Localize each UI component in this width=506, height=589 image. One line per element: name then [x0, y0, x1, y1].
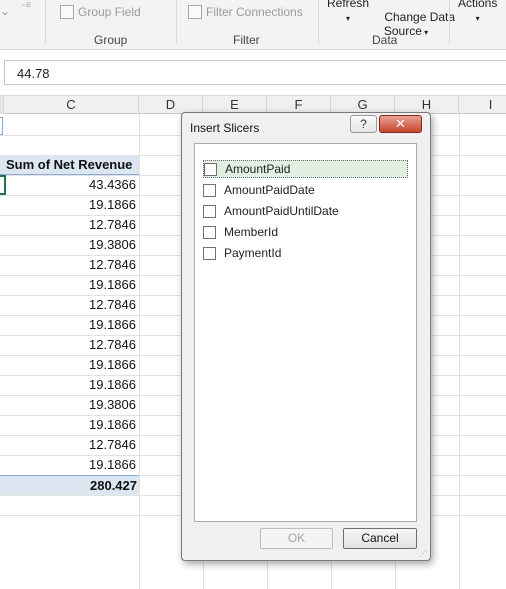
field-label: AmountPaidUntilDate — [224, 204, 339, 218]
change-data-source-dropdown-icon: ▾ — [421, 28, 429, 37]
active-cell-indicator — [0, 175, 6, 195]
ribbon-overflow-fragment: ⌄ — [0, 4, 11, 18]
field-item[interactable]: AmountPaid — [203, 160, 408, 178]
pivot-value-cell[interactable]: 19.1866 — [4, 415, 138, 435]
pivot-value-header[interactable]: Sum of Net Revenue — [0, 155, 139, 175]
actions-dropdown-icon: ▾ — [475, 14, 480, 23]
ok-button[interactable]: OK — [260, 528, 333, 549]
field-label: AmountPaidDate — [224, 183, 315, 197]
cell-fragment-top[interactable] — [0, 117, 3, 135]
pivot-value-cell[interactable]: 43.4366 — [4, 175, 138, 195]
filter-connections-button[interactable]: Filter Connections — [188, 5, 303, 19]
field-list[interactable]: AmountPaid AmountPaidDate AmountPaidUntilD… — [194, 143, 417, 522]
pivot-value-cell[interactable]: 12.7846 — [4, 255, 138, 275]
pivot-value-cell[interactable]: 12.7846 — [4, 215, 138, 235]
pivot-value-cell[interactable]: 12.7846 — [4, 335, 138, 355]
actions-label: Actions — [458, 0, 498, 10]
field-item[interactable]: AmountPaidDate — [203, 181, 408, 199]
cancel-button[interactable]: Cancel — [343, 528, 417, 549]
field-checkbox[interactable] — [203, 204, 216, 218]
pivot-value-cell[interactable]: 19.1866 — [4, 355, 138, 375]
filter-connections-label: Filter Connections — [206, 5, 303, 19]
group-label: Group — [94, 33, 128, 47]
pivot-value-cell[interactable]: 19.1866 — [4, 375, 138, 395]
pivot-value-cell[interactable]: 19.1866 — [4, 195, 138, 215]
field-label: AmountPaid — [225, 162, 291, 176]
pivot-value-cell[interactable]: 19.1866 — [4, 455, 138, 475]
close-button[interactable]: ✕ — [379, 115, 422, 133]
resize-grip-icon[interactable]: ⋰ — [419, 549, 427, 558]
field-item[interactable]: PaymentId — [203, 244, 408, 262]
field-checkbox[interactable] — [203, 246, 216, 260]
field-checkbox[interactable] — [204, 162, 217, 176]
pivot-value-cell[interactable]: 19.1866 — [4, 275, 138, 295]
formula-input[interactable]: 44.78 — [4, 60, 506, 85]
pivot-value-cell[interactable]: 19.3806 — [4, 395, 138, 415]
filter-connections-icon — [188, 5, 202, 19]
actions-button[interactable]: Actions ▾ — [458, 0, 497, 26]
field-checkbox[interactable] — [203, 225, 216, 239]
dialog-title: Insert Slicers — [190, 121, 260, 135]
field-label: MemberId — [224, 225, 279, 239]
filter-label: Filter — [233, 33, 260, 47]
group-field-label: Group Field — [78, 5, 141, 19]
column-header-i[interactable]: I — [459, 96, 506, 114]
group-field-button[interactable]: Group Field — [60, 5, 141, 19]
field-checkbox[interactable] — [203, 183, 216, 197]
pivot-value-cell[interactable]: 12.7846 — [4, 295, 138, 315]
pivot-value-cell[interactable]: 12.7846 — [4, 435, 138, 455]
data-label: Data — [372, 33, 398, 47]
insert-slicers-dialog: Insert Slicers ? ✕ AmountPaid AmountPaidD… — [181, 112, 431, 561]
field-item[interactable]: AmountPaidUntilDate — [203, 202, 408, 220]
ungroup-icon: -≡ — [22, 0, 32, 11]
refresh-label: Refresh — [327, 0, 370, 10]
pivot-value-cell[interactable]: 19.1866 — [4, 315, 138, 335]
pivot-value-cell[interactable]: 19.3806 — [4, 235, 138, 255]
column-header-c[interactable]: C — [4, 96, 139, 114]
help-button[interactable]: ? — [350, 115, 377, 133]
field-label: PaymentId — [224, 246, 282, 260]
refresh-dropdown-icon: ▾ — [346, 14, 351, 23]
pivot-grand-total[interactable]: 280.427 — [0, 475, 139, 495]
formula-bar-area: 44.78 — [0, 50, 506, 96]
ribbon: ⌄ -≡ Group Field Group Filter Connection… — [0, 0, 506, 50]
field-item[interactable]: MemberId — [203, 223, 408, 241]
group-field-icon — [60, 5, 74, 19]
refresh-button[interactable]: Refresh ▾ — [327, 0, 369, 26]
